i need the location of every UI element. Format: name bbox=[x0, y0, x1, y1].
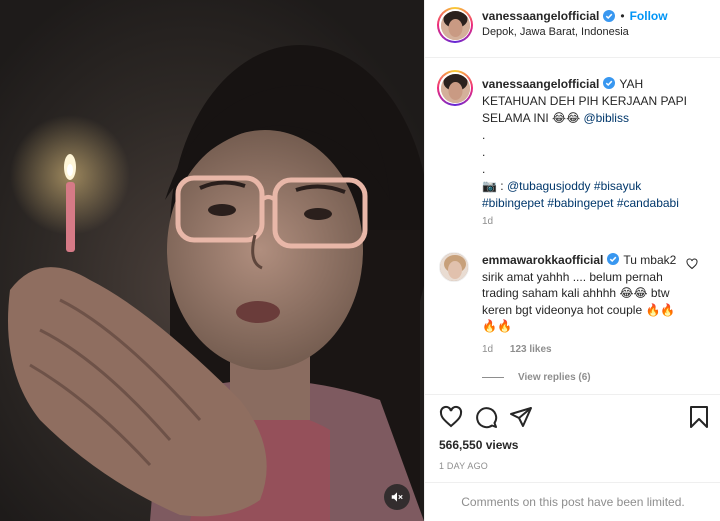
location-link[interactable]: Depok, Jawa Barat, Indonesia bbox=[482, 26, 629, 38]
caption-dot: . bbox=[482, 128, 486, 142]
view-replies-label: View replies (6) bbox=[518, 372, 591, 383]
username-link[interactable]: vanessaangelofficial bbox=[482, 9, 599, 23]
caption-time[interactable]: 1d bbox=[482, 216, 493, 227]
comment-like-heart-icon[interactable] bbox=[686, 258, 698, 270]
follow-button[interactable]: Follow bbox=[630, 9, 668, 23]
caption-text: vanessaangelofficial YAH KETAHUAN DEH PIH… bbox=[482, 76, 708, 212]
post-video[interactable] bbox=[0, 0, 424, 521]
speaker-muted-icon bbox=[391, 492, 403, 502]
avatar[interactable] bbox=[437, 7, 473, 43]
verified-badge-icon bbox=[607, 253, 620, 265]
hashtag[interactable]: #bisayuk bbox=[594, 179, 641, 193]
profile-photo bbox=[440, 73, 470, 103]
hashtag[interactable]: #candababi bbox=[617, 196, 679, 210]
caption-mention[interactable]: @bibliss bbox=[583, 111, 629, 125]
comment-text: emmawarokkaofficial Tu mbak2 sirik amat y… bbox=[482, 252, 682, 335]
credit-separator: : bbox=[496, 179, 507, 193]
comments-limited-notice: Comments on this post have been limited. bbox=[425, 482, 720, 521]
profile-photo bbox=[440, 10, 470, 40]
mute-button[interactable] bbox=[384, 484, 410, 510]
commenter-photo bbox=[440, 253, 468, 281]
caption-dot: . bbox=[482, 145, 486, 159]
caption-emojis: 😂😂 bbox=[552, 111, 581, 125]
camera-emoji: 📷 bbox=[482, 179, 497, 193]
post-actions: 566,550 views 1 DAY AGO bbox=[425, 394, 720, 494]
share-icon[interactable] bbox=[509, 405, 533, 429]
credit-mention[interactable]: @tubagusjoddy bbox=[507, 179, 591, 193]
comment-meta: 1d 123 likes bbox=[482, 344, 552, 355]
comment-likes[interactable]: 123 likes bbox=[510, 344, 552, 355]
post-details-panel: vanessaangelofficial • Follow Depok, Jaw… bbox=[424, 0, 720, 521]
view-replies-button[interactable]: View replies (6) bbox=[482, 372, 591, 383]
header-username-row: vanessaangelofficial • Follow bbox=[482, 9, 668, 23]
bookmark-icon[interactable] bbox=[687, 405, 711, 429]
caption-dot: . bbox=[482, 162, 486, 176]
verified-badge-icon bbox=[603, 10, 616, 22]
video-frame bbox=[8, 45, 424, 521]
heart-icon[interactable] bbox=[439, 405, 463, 429]
commenter-avatar[interactable] bbox=[439, 252, 469, 282]
caption-avatar[interactable] bbox=[437, 70, 473, 106]
verified-badge-icon bbox=[603, 77, 616, 89]
post-header: vanessaangelofficial • Follow Depok, Jaw… bbox=[425, 0, 720, 58]
instagram-post: vanessaangelofficial • Follow Depok, Jaw… bbox=[0, 0, 720, 521]
hashtag[interactable]: #bibingepet bbox=[482, 196, 544, 210]
comment-time[interactable]: 1d bbox=[482, 344, 493, 355]
commenter-username[interactable]: emmawarokkaofficial bbox=[482, 253, 603, 267]
replies-divider bbox=[482, 377, 504, 378]
view-count[interactable]: 566,550 views bbox=[439, 438, 518, 452]
caption-username[interactable]: vanessaangelofficial bbox=[482, 77, 599, 91]
comment-emojis: 😂😂 bbox=[619, 286, 648, 300]
comment-icon[interactable] bbox=[474, 405, 498, 429]
separator-dot: • bbox=[620, 9, 625, 23]
hashtag[interactable]: #babingepet bbox=[547, 196, 613, 210]
post-timestamp[interactable]: 1 DAY AGO bbox=[439, 461, 488, 471]
